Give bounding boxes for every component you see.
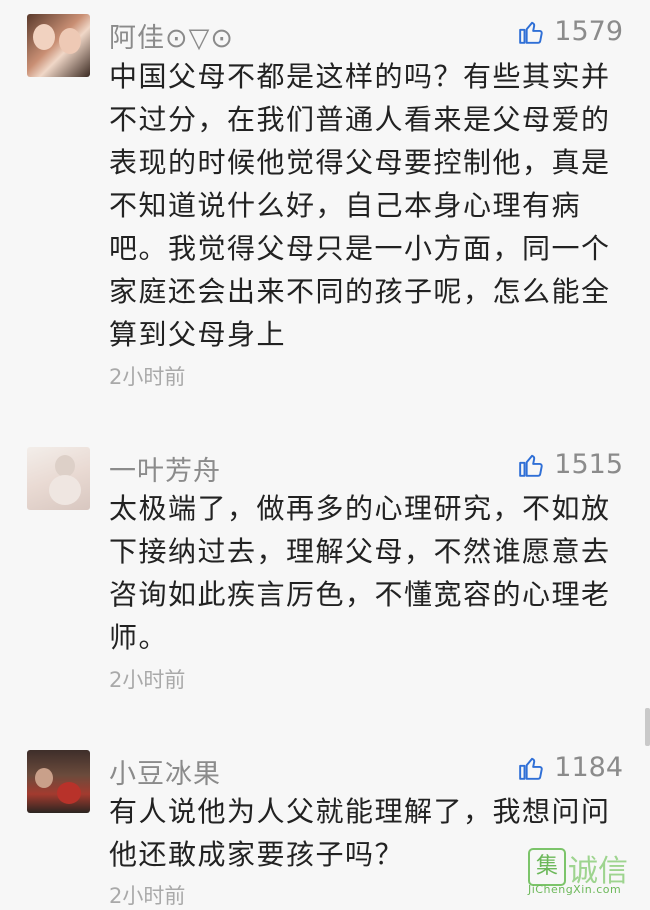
avatar[interactable] bbox=[27, 14, 90, 77]
comment-item: 阿佳⊙▽⊙ 1579 中国父母不都是这样的吗？有些其实并 不过分，在我们普通人看… bbox=[0, 14, 650, 394]
scrollbar[interactable] bbox=[645, 708, 650, 746]
like-button[interactable]: 1184 bbox=[518, 752, 623, 783]
avatar[interactable] bbox=[27, 447, 90, 510]
watermark-logo: 集 诚信 JiChengXin.com bbox=[528, 848, 646, 896]
timestamp: 2小时前 bbox=[109, 365, 186, 389]
timestamp: 2小时前 bbox=[109, 884, 186, 908]
comment-line: 算到父母身上 bbox=[109, 318, 287, 351]
author-name[interactable]: 一叶芳舟 bbox=[109, 449, 221, 488]
comment-text: 中国父母不都是这样的吗？有些其实并 不过分，在我们普通人看来是父母爱的 表现的时… bbox=[109, 55, 619, 356]
comment-text: 太极端了，做再多的心理研究，不如放 下接纳过去，理解父母，不然谁愿意去 咨询如此… bbox=[109, 487, 619, 659]
watermark-url: JiChengXin.com bbox=[528, 883, 622, 896]
comment-line: 太极端了，做再多的心理研究，不如放 bbox=[109, 492, 611, 525]
thumbs-up-icon bbox=[519, 757, 544, 780]
comment-line: 家庭还会出来不同的孩子呢，怎么能全 bbox=[109, 275, 611, 308]
thumbs-up-icon bbox=[519, 21, 544, 44]
comment-line: 表现的时候他觉得父母要控制他，真是 bbox=[109, 146, 611, 179]
thumbs-up-icon bbox=[519, 454, 544, 477]
like-count: 1515 bbox=[554, 449, 623, 480]
comment-line: 吧。我觉得父母只是一小方面，同一个 bbox=[109, 232, 611, 265]
like-count: 1579 bbox=[554, 16, 623, 47]
comment-line: 咨询如此疾言厉色，不懂宽容的心理老 bbox=[109, 578, 611, 611]
comment-item: 一叶芳舟 1515 太极端了，做再多的心理研究，不如放 下接纳过去，理解父母，不… bbox=[0, 447, 650, 697]
comment-line: 不过分，在我们普通人看来是父母爱的 bbox=[109, 103, 611, 136]
like-button[interactable]: 1579 bbox=[518, 16, 623, 47]
author-name[interactable]: 阿佳⊙▽⊙ bbox=[109, 16, 234, 55]
like-count: 1184 bbox=[554, 752, 623, 783]
comment-line: 不知道说什么好，自己本身心理有病 bbox=[109, 189, 582, 222]
comment-line: 师。 bbox=[109, 621, 169, 654]
comment-line: 下接纳过去，理解父母，不然谁愿意去 bbox=[109, 535, 611, 568]
watermark-box: 集 bbox=[528, 848, 566, 886]
avatar[interactable] bbox=[27, 750, 90, 813]
comment-line: 中国父母不都是这样的吗？有些其实并 bbox=[109, 60, 611, 93]
comment-line: 有人说他为人父就能理解了，我想问问 bbox=[109, 795, 611, 828]
author-name[interactable]: 小豆冰果 bbox=[109, 752, 221, 791]
like-button[interactable]: 1515 bbox=[518, 449, 623, 480]
timestamp: 2小时前 bbox=[109, 668, 186, 692]
